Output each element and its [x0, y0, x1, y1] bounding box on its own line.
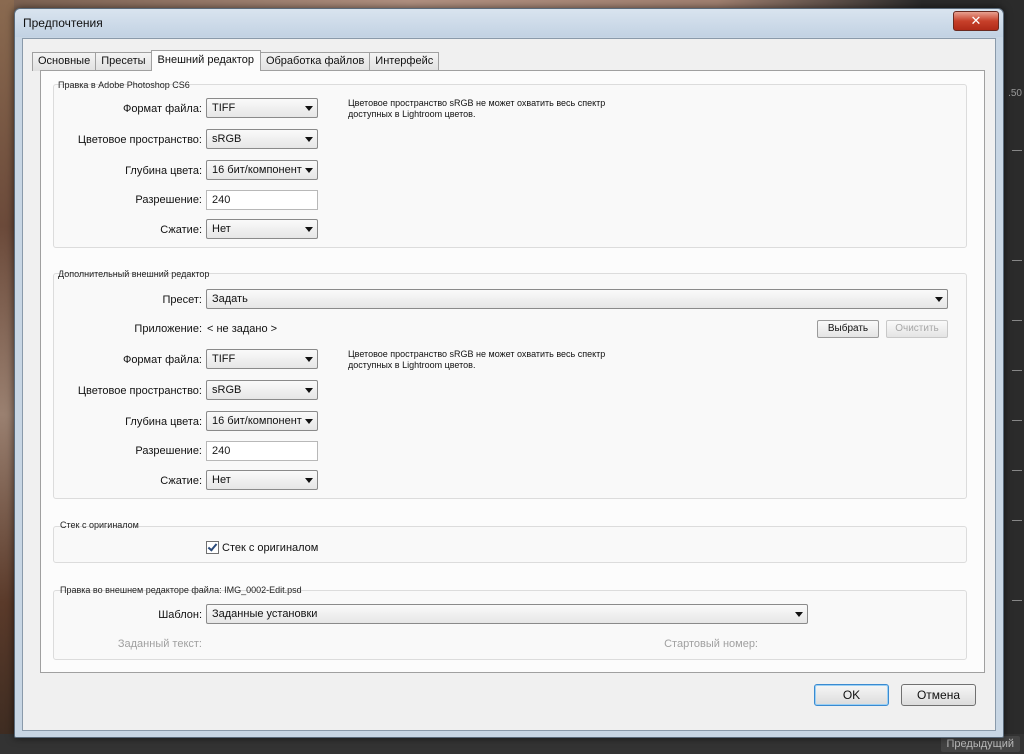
- additional-bit-depth-select[interactable]: 16 бит/компонент: [206, 411, 318, 431]
- chevron-down-icon: [305, 227, 313, 232]
- preferences-tabs: Основные Пресеты Внешний редактор Обрабо…: [32, 50, 440, 71]
- stack-group-title: Стек с оригиналом: [60, 520, 139, 530]
- custom-text-label: Заданный текст:: [117, 638, 202, 650]
- photoshop-color-space-select[interactable]: sRGB: [206, 129, 318, 149]
- additional-color-space-select[interactable]: sRGB: [206, 380, 318, 400]
- additional-app-label: Приложение:: [134, 323, 202, 335]
- photoshop-file-format-select[interactable]: TIFF: [206, 98, 318, 118]
- window-title: Предпочтения: [23, 16, 103, 30]
- photoshop-group-title: Правка в Adobe Photoshop CS6: [58, 80, 190, 90]
- additional-app-value: < не задано >: [207, 323, 278, 335]
- close-icon: ✕: [970, 13, 982, 28]
- photoshop-resolution-label: Разрешение:: [135, 194, 202, 206]
- photoshop-color-space-note: Цветовое пространство sRGB не может охва…: [348, 98, 606, 119]
- photoshop-compression-select[interactable]: Нет: [206, 219, 318, 239]
- background-previous-button: Предыдущий: [940, 736, 1020, 752]
- additional-preset-label: Пресет:: [162, 294, 203, 306]
- photoshop-file-format-label: Формат файла:: [122, 103, 202, 115]
- start-number-label: Стартовый номер:: [664, 638, 758, 650]
- chevron-down-icon: [305, 106, 313, 111]
- template-label: Шаблон:: [158, 609, 202, 621]
- cancel-button[interactable]: Отмена: [901, 684, 976, 706]
- chevron-down-icon: [305, 168, 313, 173]
- additional-editor-group-title: Дополнительный внешний редактор: [58, 269, 210, 279]
- chevron-down-icon: [305, 478, 313, 483]
- stack-with-original-checkbox[interactable]: [206, 541, 219, 554]
- tab-file-handling[interactable]: Обработка файлов: [259, 52, 371, 71]
- additional-color-space-note: Цветовое пространство sRGB не может охва…: [348, 349, 606, 370]
- chevron-down-icon: [305, 357, 313, 362]
- additional-compression-label: Сжатие:: [160, 475, 202, 487]
- photoshop-color-space-label: Цветовое пространство:: [77, 134, 202, 146]
- photoshop-bit-depth-label: Глубина цвета:: [125, 165, 202, 177]
- stack-with-original-label[interactable]: Стек с оригиналом: [222, 542, 318, 554]
- additional-compression-select[interactable]: Нет: [206, 470, 318, 490]
- desktop-background-left: [0, 0, 14, 754]
- chevron-down-icon: [935, 297, 943, 302]
- additional-resolution-label: Разрешение:: [135, 445, 202, 457]
- close-button[interactable]: ✕: [953, 11, 999, 31]
- background-panel-right: [1002, 0, 1024, 754]
- edit-naming-group-title: Правка во внешнем редакторе файла: IMG_0…: [60, 585, 302, 595]
- chevron-down-icon: [305, 419, 313, 424]
- additional-preset-select[interactable]: Задать: [206, 289, 948, 309]
- checkmark-icon: [207, 541, 218, 552]
- additional-bit-depth-label: Глубина цвета:: [125, 416, 202, 428]
- chevron-down-icon: [795, 612, 803, 617]
- additional-color-space-label: Цветовое пространство:: [77, 385, 202, 397]
- tab-general[interactable]: Основные: [32, 52, 97, 71]
- chevron-down-icon: [305, 137, 313, 142]
- photoshop-compression-label: Сжатие:: [160, 224, 202, 236]
- choose-app-button[interactable]: Выбрать: [817, 320, 879, 338]
- tab-external-editor[interactable]: Внешний редактор: [150, 50, 261, 71]
- clear-app-button[interactable]: Очистить: [886, 320, 948, 338]
- additional-file-format-select[interactable]: TIFF: [206, 349, 318, 369]
- tab-interface[interactable]: Интерфейс: [369, 52, 440, 71]
- stack-group: [53, 526, 967, 563]
- tab-presets[interactable]: Пресеты: [95, 52, 152, 71]
- template-select[interactable]: Заданные установки: [206, 604, 808, 624]
- background-zoom-label: .50: [1008, 88, 1022, 99]
- ok-button[interactable]: OK: [814, 684, 889, 706]
- chevron-down-icon: [305, 388, 313, 393]
- title-bar[interactable]: Предпочтения ✕: [15, 9, 1003, 37]
- additional-resolution-input[interactable]: 240: [206, 441, 318, 461]
- photoshop-bit-depth-select[interactable]: 16 бит/компонент: [206, 160, 318, 180]
- additional-file-format-label: Формат файла:: [122, 354, 202, 366]
- photoshop-resolution-input[interactable]: 240: [206, 190, 318, 210]
